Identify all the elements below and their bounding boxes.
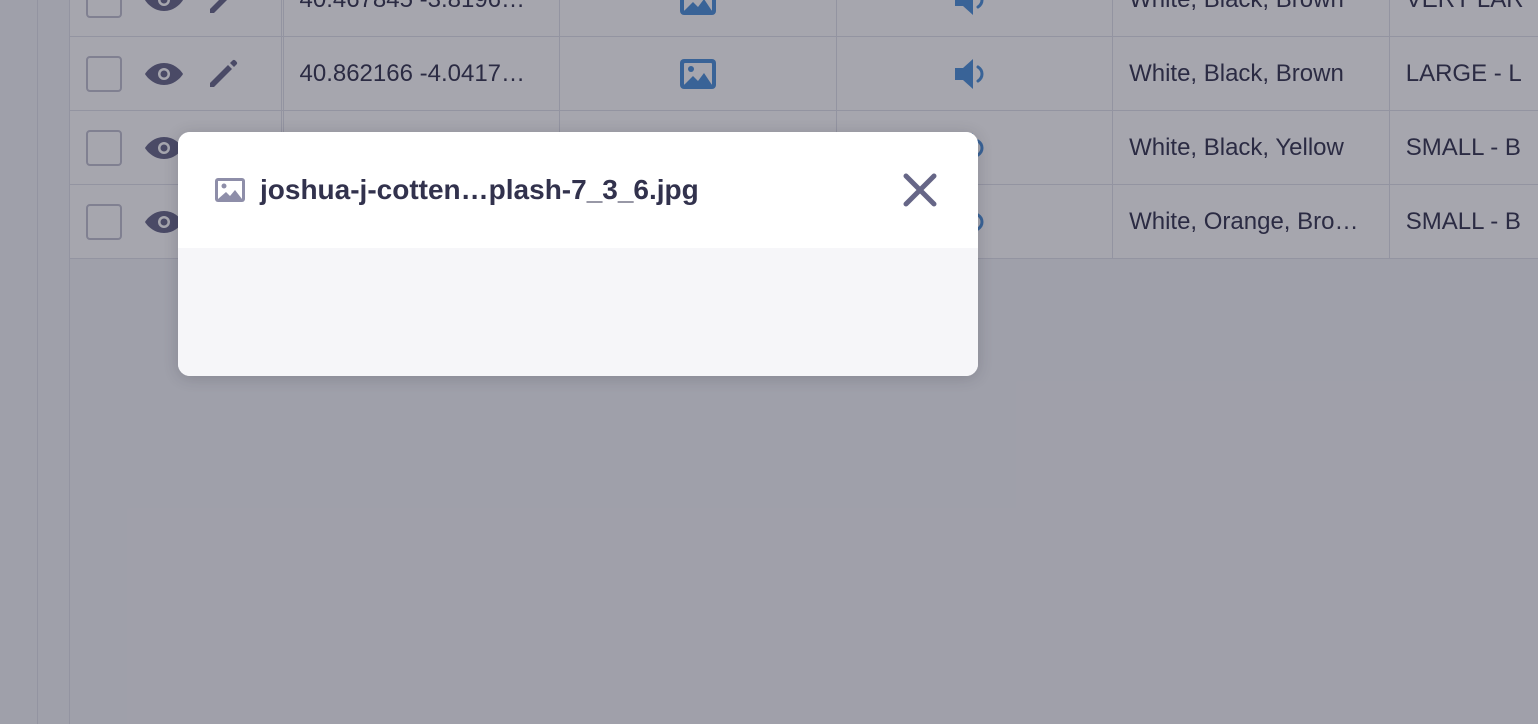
close-icon[interactable] [902, 172, 938, 208]
dialog-title: joshua-j-cotten…plash-7_3_6.jpg [260, 174, 699, 205]
page: 40.467845 -3.8196… White, Black, Brown V… [0, 0, 1538, 724]
dialog-body [178, 248, 978, 376]
media-preview-dialog: joshua-j-cotten…plash-7_3_6.jpg [178, 132, 978, 376]
dialog-title-wrap: joshua-j-cotten…plash-7_3_6.jpg [214, 174, 898, 206]
image-icon [215, 178, 245, 202]
close-button[interactable] [898, 168, 942, 212]
dialog-header: joshua-j-cotten…plash-7_3_6.jpg [178, 132, 978, 248]
